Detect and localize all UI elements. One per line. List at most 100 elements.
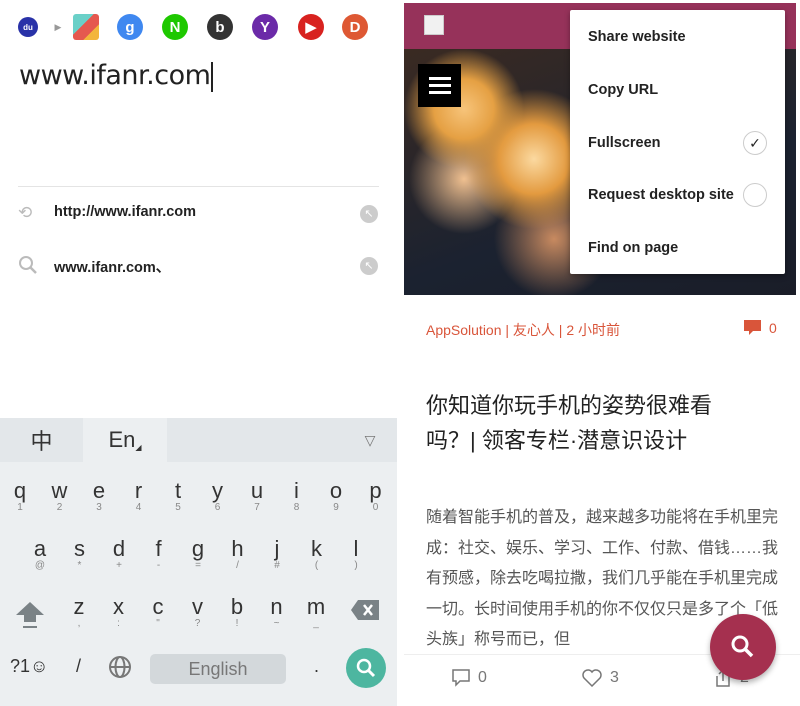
key-l[interactable]: l) bbox=[338, 538, 374, 572]
symbols-key[interactable]: ?1☺ bbox=[10, 656, 48, 677]
tab-switcher-icon[interactable] bbox=[424, 15, 444, 35]
naver-engine-icon[interactable]: N bbox=[162, 14, 188, 40]
key-v[interactable]: v? bbox=[180, 596, 216, 630]
key-r[interactable]: r4 bbox=[121, 480, 157, 514]
key-letter: u bbox=[250, 478, 264, 503]
key-secondary: 7 bbox=[254, 502, 260, 513]
key-letter: o bbox=[329, 478, 343, 503]
suggestion-history[interactable]: ⟲ http://www.ifanr.com ↖ bbox=[0, 193, 400, 233]
keyboard-tabs: 中 En ◢ ▽ bbox=[0, 418, 397, 462]
key-secondary: ) bbox=[354, 560, 358, 571]
key-t[interactable]: t5 bbox=[160, 480, 196, 514]
key-letter: d bbox=[112, 536, 126, 561]
key-secondary: 4 bbox=[135, 502, 142, 513]
key-a[interactable]: a @ bbox=[22, 538, 58, 572]
key-secondary: + bbox=[116, 560, 122, 571]
key-letter: p bbox=[369, 478, 382, 503]
menu-item-copy-url[interactable]: Copy URL bbox=[588, 82, 658, 98]
fullscreen-checkbox[interactable]: ✓ bbox=[743, 131, 767, 155]
article-title[interactable]: 你知道你玩手机的姿势很难看吗？| 领客专栏·潜意识设计 bbox=[426, 388, 756, 458]
suggestion-search[interactable]: www.ifanr.com、 ↖ bbox=[0, 245, 400, 285]
baidu-engine-icon[interactable]: du bbox=[18, 17, 38, 37]
key-secondary: 6 bbox=[214, 502, 221, 513]
key-secondary: 3 bbox=[96, 502, 102, 513]
engine-expand-arrow-icon[interactable]: ▶ bbox=[45, 14, 71, 40]
key-secondary: ( bbox=[314, 560, 319, 571]
key-secondary: # bbox=[274, 560, 280, 571]
key-letter: r bbox=[134, 478, 143, 503]
comment-count[interactable]: 0 bbox=[744, 320, 777, 336]
key-n[interactable]: n ~ bbox=[259, 596, 295, 630]
youtube-engine-icon[interactable]: ▶ bbox=[298, 14, 324, 40]
like-button[interactable]: 3 bbox=[582, 669, 619, 687]
key-letter: j bbox=[274, 536, 280, 561]
address-input[interactable]: www.ifanr.com bbox=[19, 60, 213, 92]
key-i[interactable]: i8 bbox=[279, 480, 315, 514]
key-s[interactable]: s * bbox=[62, 538, 98, 572]
bing-engine-icon[interactable]: b bbox=[207, 14, 233, 40]
tab-chinese[interactable]: 中 bbox=[0, 418, 83, 462]
key-k[interactable]: k( bbox=[299, 538, 335, 572]
key-secondary: 9 bbox=[333, 502, 339, 513]
key-secondary: = bbox=[195, 560, 201, 571]
cube-engine-icon[interactable] bbox=[73, 14, 99, 40]
suggestion-text: http://www.ifanr.com bbox=[54, 204, 197, 220]
key-secondary: ~ bbox=[273, 618, 280, 629]
key-q[interactable]: q1 bbox=[2, 480, 38, 514]
insert-arrow-icon[interactable]: ↖ bbox=[360, 257, 378, 275]
key-e[interactable]: e3 bbox=[81, 480, 117, 514]
tab-english[interactable]: En ◢ bbox=[83, 418, 167, 462]
collapse-keyboard-icon[interactable]: ▽ bbox=[355, 418, 385, 462]
key-d[interactable]: d + bbox=[101, 538, 137, 572]
key-h[interactable]: h / bbox=[220, 538, 256, 572]
menu-item-share-website[interactable]: Share website bbox=[588, 29, 686, 45]
search-icon bbox=[18, 255, 38, 275]
key-f[interactable]: f- bbox=[141, 538, 177, 572]
period-key[interactable]: . bbox=[314, 656, 319, 677]
hamburger-menu-icon[interactable] bbox=[418, 64, 461, 107]
overflow-menu: Share website Copy URL Fullscreen ✓ Requ… bbox=[570, 10, 785, 274]
key-secondary: 8 bbox=[293, 502, 300, 513]
insert-arrow-icon[interactable]: ↖ bbox=[360, 205, 378, 223]
globe-icon[interactable] bbox=[108, 655, 132, 679]
key-p[interactable]: p0 bbox=[358, 480, 394, 514]
yahoo-engine-icon[interactable]: Y bbox=[252, 14, 278, 40]
key-j[interactable]: j # bbox=[259, 538, 295, 572]
history-icon: ⟲ bbox=[18, 203, 33, 222]
key-c[interactable]: c " bbox=[140, 596, 176, 630]
key-o[interactable]: o9 bbox=[318, 480, 354, 514]
backspace-key[interactable] bbox=[350, 598, 380, 622]
key-x[interactable]: x: bbox=[101, 596, 137, 630]
menu-item-find-on-page[interactable]: Find on page bbox=[588, 240, 678, 256]
key-letter: s bbox=[74, 536, 85, 561]
key-letter: b bbox=[230, 594, 244, 619]
comment-icon bbox=[744, 320, 761, 335]
key-letter: k bbox=[311, 536, 322, 561]
space-bar[interactable]: English bbox=[150, 654, 286, 684]
key-w[interactable]: w2 bbox=[42, 480, 78, 514]
menu-item-fullscreen[interactable]: Fullscreen bbox=[588, 135, 661, 151]
key-secondary: @ bbox=[34, 560, 46, 571]
key-secondary: 0 bbox=[372, 502, 379, 513]
key-secondary: 5 bbox=[175, 502, 181, 513]
key-y[interactable]: y6 bbox=[200, 480, 236, 514]
comments-button[interactable]: 0 bbox=[452, 669, 487, 687]
shift-key[interactable] bbox=[14, 600, 46, 630]
key-letter: n bbox=[270, 594, 283, 619]
search-action-key[interactable] bbox=[346, 648, 386, 688]
article-meta[interactable]: AppSolution | 友心人 | 2 小时前 bbox=[426, 320, 620, 340]
desktop-site-checkbox[interactable] bbox=[743, 183, 767, 207]
key-g[interactable]: g = bbox=[180, 538, 216, 572]
key-z[interactable]: z, bbox=[61, 596, 97, 630]
key-u[interactable]: u7 bbox=[239, 480, 275, 514]
duckduckgo-engine-icon[interactable]: D bbox=[342, 14, 368, 40]
browser-address-panel: du ▶ g Nb Y ▶ D www.ifanr.com ⟲ http://www.ifa… bbox=[0, 0, 400, 706]
menu-item-request-desktop-site[interactable]: Request desktop site bbox=[588, 187, 734, 203]
key-secondary: - bbox=[156, 560, 161, 571]
key-letter: z bbox=[73, 594, 85, 619]
google-engine-icon[interactable]: g bbox=[117, 14, 143, 40]
search-fab[interactable] bbox=[710, 614, 776, 680]
key-b[interactable]: b! bbox=[219, 596, 255, 630]
key-m[interactable]: m _ bbox=[298, 596, 334, 630]
slash-key[interactable]: / bbox=[76, 656, 81, 677]
